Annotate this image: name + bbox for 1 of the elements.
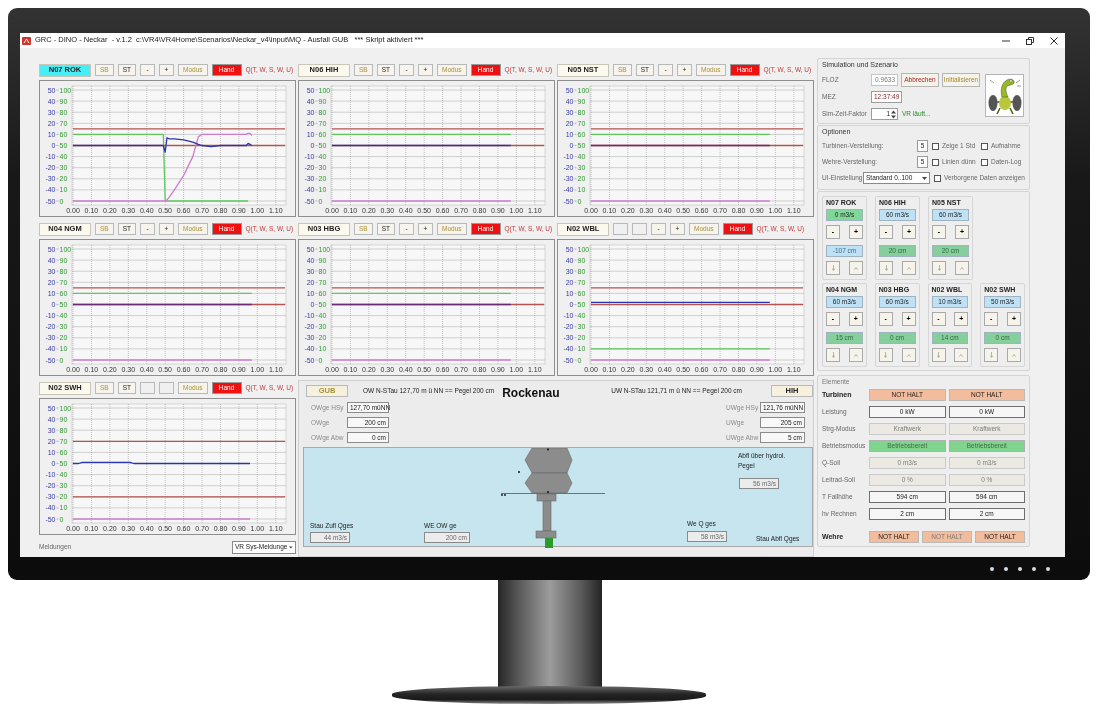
weir-title: Rockenau <box>502 387 560 401</box>
